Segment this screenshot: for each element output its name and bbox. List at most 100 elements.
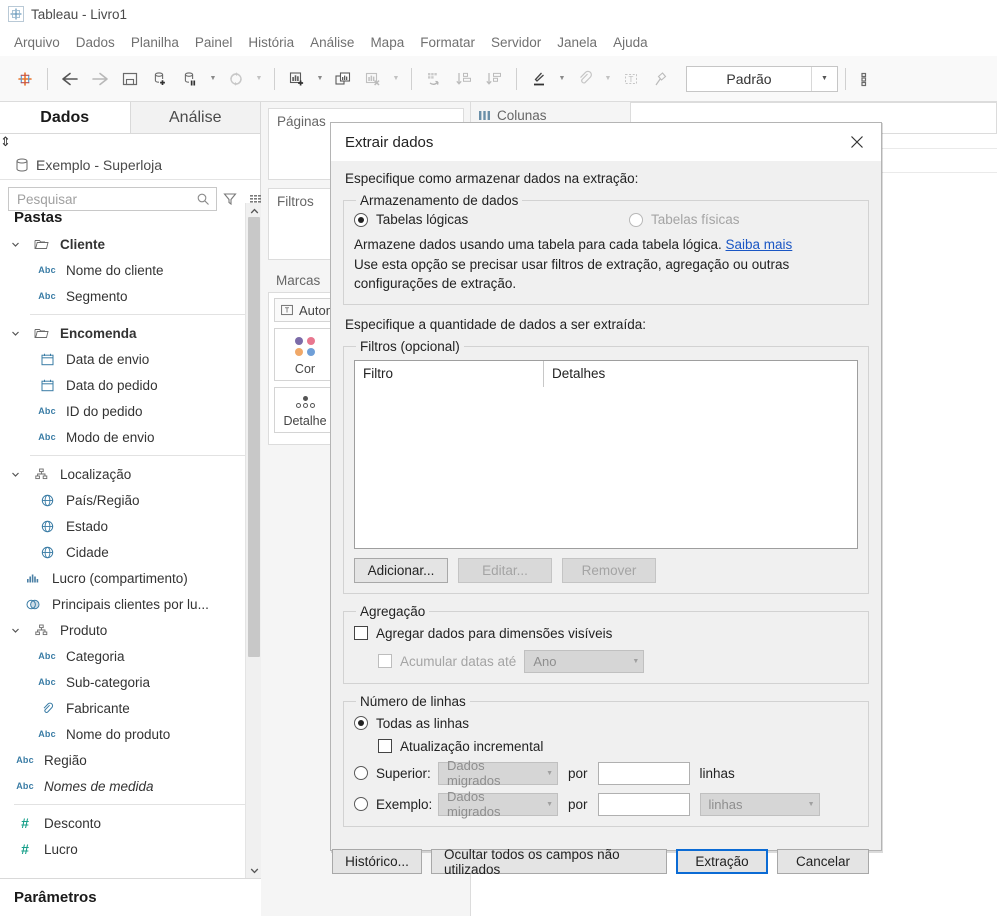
superior-label: Superior: [376,765,431,781]
radio-todas-as-linhas[interactable]: Todas as linhas [354,716,858,731]
field-group-divider [14,804,247,805]
adicionar-button[interactable]: Adicionar... [354,557,448,583]
forward-arrow-icon[interactable] [85,64,115,94]
field-principais-clientes[interactable]: Principais clientes por lu... [0,591,261,617]
exemplo-value-input[interactable] [597,792,690,816]
parameters-header: Parâmetros [0,878,261,916]
field-label: Lucro (compartimento) [52,570,188,586]
toolbar-separator-5 [845,67,846,90]
field-hierarchy-produto[interactable]: Produto [0,617,261,643]
back-arrow-icon[interactable] [55,64,85,94]
data-pane-tabs: Dados Análise ⇕ [0,102,260,150]
tab-analise[interactable]: Análise [131,102,261,133]
svg-text:T: T [285,308,290,315]
historico-button[interactable]: Histórico... [332,849,422,875]
field-fabricante[interactable]: Fabricante [0,695,261,721]
marks-detail-card[interactable]: Detalhe [274,387,336,433]
storage-group-legend: Armazenamento de dados [360,193,519,208]
pause-data-source-caret-icon[interactable]: ▼ [205,64,221,94]
field-segmento[interactable]: Abc Segmento [0,283,261,309]
marks-color-card[interactable]: Cor [274,328,336,381]
field-desconto[interactable]: # Desconto [0,810,261,836]
filters-table[interactable]: Filtro Detalhes [354,359,858,549]
chevron-down-icon[interactable] [8,626,22,635]
field-nomes-de-medida[interactable]: Abc Nomes de medida [0,773,261,799]
cancelar-button[interactable]: Cancelar [777,849,869,875]
field-label: Data do pedido [66,377,158,393]
tab-dados[interactable]: Dados [0,102,131,133]
field-data-de-envio[interactable]: Data de envio [0,346,261,372]
chevron-down-icon[interactable]: ▼ [811,66,837,91]
field-data-do-pedido[interactable]: Data do pedido [0,372,261,398]
menu-item-arquivo[interactable]: Arquivo [6,32,68,53]
checkbox-label: Agregar dados para dimensões visíveis [376,625,613,641]
scrollbar-thumb[interactable] [248,217,260,657]
data-pane-scrollbar[interactable] [245,203,261,878]
presentation-mode-icon[interactable] [853,64,883,94]
superior-value-input[interactable] [597,761,690,785]
menu-item-historia[interactable]: História [240,32,302,53]
radio-exemplo-indicator[interactable] [354,797,368,812]
menu-item-painel[interactable]: Painel [187,32,241,53]
field-sub-categoria[interactable]: Abc Sub-categoria [0,669,261,695]
menu-bar: Arquivo Dados Planilha Painel História A… [0,28,997,56]
save-icon[interactable] [115,64,145,94]
bins-icon [22,572,44,584]
highlight-icon[interactable] [524,64,554,94]
field-lucro[interactable]: # Lucro [0,836,261,862]
sort-updown-icon[interactable]: ⇕ [0,134,11,149]
tableau-application-window: Tableau - Livro1 Arquivo Dados Planilha … [0,0,997,916]
menu-item-formatar[interactable]: Formatar [412,32,483,53]
highlight-caret-icon[interactable]: ▼ [554,64,570,94]
field-pais-regiao[interactable]: País/Região [0,487,261,513]
data-source-row[interactable]: Exemplo - Superloja [0,150,260,180]
exemplo-unit-value: linhas [708,796,743,812]
fix-axes-icon[interactable] [646,64,676,94]
field-cidade[interactable]: Cidade [0,539,261,565]
field-label: Nome do cliente [66,262,164,278]
field-categoria[interactable]: Abc Categoria [0,643,261,669]
field-folder-encomenda[interactable]: Encomenda [0,320,261,346]
menu-item-analise[interactable]: Análise [302,32,362,53]
field-nome-do-produto[interactable]: Abc Nome do produto [0,721,261,747]
field-nome-do-cliente[interactable]: Abc Nome do cliente [0,257,261,283]
calendar-icon [36,353,58,366]
saiba-mais-link[interactable]: Saiba mais [726,237,793,252]
field-folder-cliente[interactable]: Cliente [0,231,261,257]
dialog-title-bar: Extrair dados [331,123,881,161]
field-regiao[interactable]: Abc Região [0,747,261,773]
fit-combo[interactable]: Padrão ▼ [686,65,838,92]
pause-data-source-icon[interactable] [175,64,205,94]
chevron-down-icon[interactable] [8,240,22,249]
field-modo-de-envio[interactable]: Abc Modo de envio [0,424,261,450]
close-icon[interactable] [837,125,877,159]
chevron-down-icon[interactable] [8,329,22,338]
field-hierarchy-localizacao[interactable]: Localização [0,461,261,487]
chevron-down-icon[interactable] [8,470,22,479]
new-worksheet-caret-icon[interactable]: ▼ [312,64,328,94]
field-estado[interactable]: Estado [0,513,261,539]
radio-superior-indicator[interactable] [354,766,368,781]
checkbox-atualizacao-incremental[interactable]: Atualização incremental [378,739,858,754]
menu-item-janela[interactable]: Janela [549,32,605,53]
menu-item-mapa[interactable]: Mapa [362,32,412,53]
ocultar-campos-button[interactable]: Ocultar todos os campos não utilizados [431,847,667,877]
menu-item-ajuda[interactable]: Ajuda [605,32,656,53]
chevron-down-icon: ▼ [807,800,815,808]
menu-item-servidor[interactable]: Servidor [483,32,549,53]
field-id-do-pedido[interactable]: Abc ID do pedido [0,398,261,424]
chevron-down-icon[interactable] [246,862,261,878]
tableau-home-icon[interactable] [10,64,40,94]
field-lucro-compartimento[interactable]: Lucro (compartimento) [0,565,261,591]
menu-item-dados[interactable]: Dados [68,32,123,53]
extracao-button[interactable]: Extração [676,849,768,875]
field-label: Principais clientes por lu... [52,596,209,612]
menu-item-planilha[interactable]: Planilha [123,32,187,53]
new-data-source-icon[interactable] [145,64,175,94]
new-worksheet-icon[interactable] [282,64,312,94]
refresh-data-source-icon[interactable] [221,64,251,94]
radio-tabelas-logicas[interactable]: Tabelas lógicas [354,212,629,227]
folder-icon [30,238,52,251]
duplicate-sheet-icon[interactable] [328,64,358,94]
checkbox-agregar-dados[interactable]: Agregar dados para dimensões visíveis [354,626,858,641]
